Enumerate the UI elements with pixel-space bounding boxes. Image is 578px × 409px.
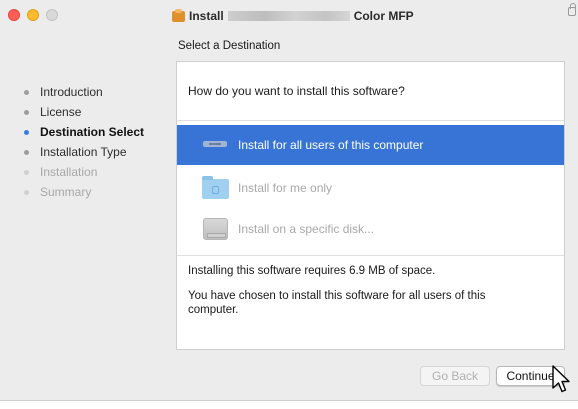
step-destination-select: Destination Select <box>24 122 174 142</box>
option-specific-disk[interactable]: Install on a specific disk... <box>177 209 564 249</box>
minimize-window-button[interactable] <box>27 9 39 21</box>
window-title: Install Color MFP <box>172 8 414 24</box>
go-back-button[interactable]: Go Back <box>420 366 490 386</box>
step-dot <box>24 89 29 95</box>
option-all-users[interactable]: Install for all users of this computer <box>177 125 564 165</box>
installer-steps-sidebar: Introduction License Destination Select … <box>24 82 174 202</box>
step-introduction: Introduction <box>24 82 174 102</box>
home-folder-icon <box>202 176 229 200</box>
step-installation: Installation <box>24 162 174 182</box>
step-dot <box>24 169 29 175</box>
step-dot <box>24 129 29 135</box>
step-dot <box>24 189 29 195</box>
step-summary: Summary <box>24 182 174 202</box>
computer-icon <box>202 133 229 157</box>
step-license: License <box>24 102 174 122</box>
step-dot <box>24 109 29 115</box>
package-icon <box>172 8 185 22</box>
step-label: Summary <box>40 185 92 199</box>
step-installation-type: Installation Type <box>24 142 174 162</box>
step-label: License <box>40 105 82 119</box>
install-choice-text: You have chosen to install this software… <box>188 290 486 316</box>
step-label: Introduction <box>40 85 103 99</box>
step-label: Installation Type <box>40 145 127 159</box>
disk-icon <box>202 217 229 241</box>
option-label: Install for me only <box>238 181 333 195</box>
redacted-product-name <box>227 11 350 21</box>
installer-window: Install Color MFP Select a Destination I… <box>0 0 578 401</box>
zoom-window-button <box>46 9 58 21</box>
destination-panel: How do you want to install this software… <box>176 61 565 350</box>
close-window-button[interactable] <box>8 9 20 21</box>
option-me-only[interactable]: Install for me only <box>177 168 564 208</box>
option-label: Install for all users of this computer <box>238 138 424 152</box>
option-label: Install on a specific disk... <box>238 222 375 236</box>
window-title-prefix: Install <box>189 9 224 23</box>
window-title-suffix: Color MFP <box>353 9 414 23</box>
install-question: How do you want to install this software… <box>188 84 405 98</box>
title-bar: Install Color MFP <box>0 0 578 30</box>
lock-icon[interactable] <box>568 3 576 16</box>
step-label: Installation <box>40 165 98 179</box>
page-title: Select a Destination <box>178 40 281 52</box>
mouse-pointer-icon <box>552 365 570 393</box>
step-label: Destination Select <box>40 125 145 139</box>
space-required-text: Installing this software requires 6.9 MB… <box>188 265 436 277</box>
destination-options-list: Install for all users of this computer I… <box>177 120 564 256</box>
step-dot <box>24 149 29 155</box>
